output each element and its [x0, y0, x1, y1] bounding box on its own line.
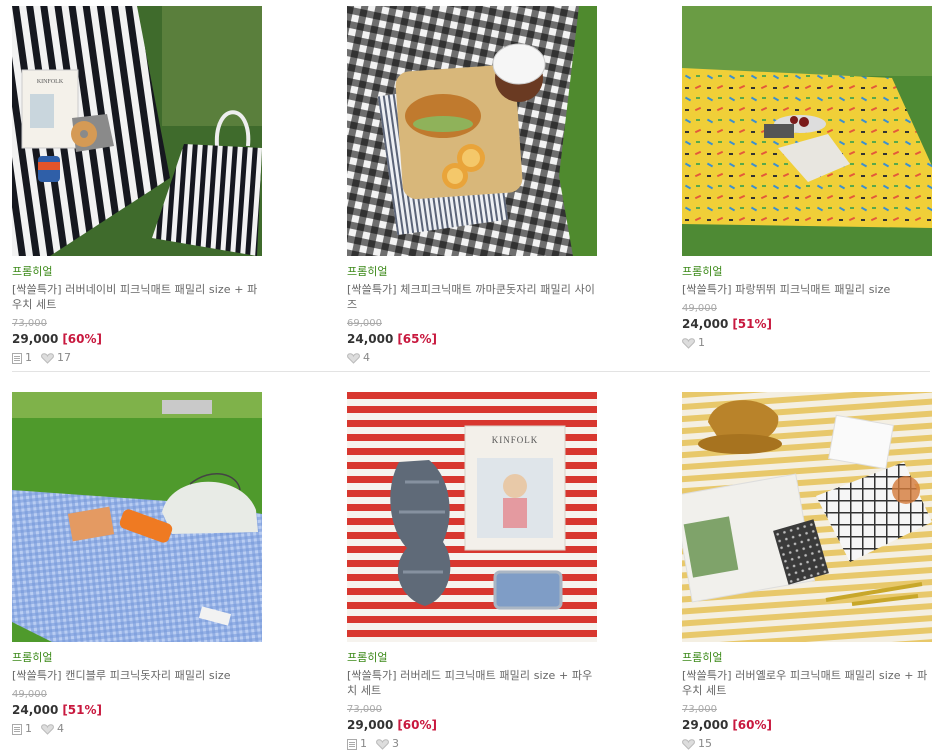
original-price: 69,000	[347, 318, 382, 329]
original-price: 73,000	[347, 704, 382, 715]
brand-name[interactable]: 프롬히얼	[347, 264, 597, 279]
review-icon	[12, 352, 22, 364]
heart-icon	[376, 738, 389, 750]
brand-name[interactable]: 프롬히얼	[12, 650, 262, 665]
product-image[interactable]	[682, 6, 932, 256]
original-price: 73,000	[12, 318, 47, 329]
product-image[interactable]	[347, 6, 597, 256]
review-count-value: 1	[360, 737, 367, 750]
product-card[interactable]: KINFOLK 프롬히얼 [싹쓸특가] 러버레드 피크닉매트 패밀리 size …	[347, 392, 597, 751]
product-title[interactable]: [싹쓸특가] 러버네이비 피크닉매트 패밀리 size + 파우치 세트	[12, 282, 262, 312]
product-title[interactable]: [싹쓸특가] 체크피크닉매트 까마쿤돗자리 패밀리 사이즈	[347, 282, 597, 312]
like-count-value: 15	[698, 737, 712, 750]
like-count[interactable]: 17	[41, 351, 71, 365]
sale-price: 29,000	[347, 718, 394, 732]
product-meta: 1	[682, 336, 932, 350]
review-count-value: 1	[25, 722, 32, 735]
discount-badge: [51%]	[62, 703, 103, 717]
review-icon	[347, 738, 357, 750]
review-count-value: 1	[25, 351, 32, 364]
heart-icon	[682, 738, 695, 750]
magazine-title: KINFOLK	[492, 435, 539, 445]
row-divider	[12, 371, 930, 372]
product-title[interactable]: [싹쓸특가] 러버옐로우 피크닉매트 패밀리 size + 파우치 세트	[682, 668, 932, 698]
product-image[interactable]: KINFOLK	[12, 6, 262, 256]
review-count[interactable]: 1	[12, 722, 32, 736]
product-meta: 15	[682, 737, 932, 751]
sale-price: 24,000	[347, 332, 394, 346]
discount-badge: [51%]	[732, 317, 773, 331]
like-count-value: 17	[57, 351, 71, 364]
product-card[interactable]: 프롬히얼 [싹쓸특가] 캔디블루 피크닉돗자리 패밀리 size 49,000 …	[12, 392, 262, 736]
product-meta: 1 17	[12, 351, 262, 365]
product-meta: 4	[347, 351, 597, 365]
review-count[interactable]: 1	[12, 351, 32, 365]
like-count-value: 4	[57, 722, 64, 735]
product-meta: 1 4	[12, 722, 262, 736]
product-card[interactable]: 프롬히얼 [싹쓸특가] 체크피크닉매트 까마쿤돗자리 패밀리 사이즈 69,00…	[347, 6, 597, 365]
brand-name[interactable]: 프롬히얼	[347, 650, 597, 665]
product-image[interactable]: KINFOLK	[347, 392, 597, 642]
heart-icon	[41, 723, 54, 735]
sale-price: 29,000	[12, 332, 59, 346]
product-image[interactable]	[682, 392, 932, 642]
product-meta: 1 3	[347, 737, 597, 751]
brand-name[interactable]: 프롬히얼	[682, 650, 932, 665]
price-line: 24,000 [51%]	[682, 317, 932, 332]
review-count[interactable]: 1	[347, 737, 367, 751]
price-line: 24,000 [65%]	[347, 332, 597, 347]
price-line: 29,000 [60%]	[12, 332, 262, 347]
original-price: 73,000	[682, 704, 717, 715]
brand-name[interactable]: 프롬히얼	[12, 264, 262, 279]
like-count-value: 4	[363, 351, 370, 364]
product-title[interactable]: [싹쓸특가] 캔디블루 피크닉돗자리 패밀리 size	[12, 668, 262, 683]
review-icon	[12, 723, 22, 735]
product-image[interactable]	[12, 392, 262, 642]
heart-icon	[347, 352, 360, 364]
magazine-title: KINFOLK	[37, 79, 64, 85]
like-count[interactable]: 1	[682, 336, 705, 350]
discount-badge: [60%]	[397, 718, 438, 732]
product-card[interactable]: 프롬히얼 [싹쓸특가] 파랑뛰뛰 피크닉매트 패밀리 size 49,000 2…	[682, 6, 932, 350]
product-title[interactable]: [싹쓸특가] 파랑뛰뛰 피크닉매트 패밀리 size	[682, 282, 932, 297]
like-count-value: 3	[392, 737, 399, 750]
heart-icon	[682, 337, 695, 349]
brand-name[interactable]: 프롬히얼	[682, 264, 932, 279]
product-grid: KINFOLK 프롬히얼 [싹쓸특가] 러버네이비 피크닉매트 패밀리 size…	[0, 0, 941, 750]
discount-badge: [60%]	[732, 718, 773, 732]
product-card[interactable]: 프롬히얼 [싹쓸특가] 러버옐로우 피크닉매트 패밀리 size + 파우치 세…	[682, 392, 932, 751]
heart-icon	[41, 352, 54, 364]
original-price: 49,000	[682, 303, 717, 314]
product-card[interactable]: KINFOLK 프롬히얼 [싹쓸특가] 러버네이비 피크닉매트 패밀리 size…	[12, 6, 262, 365]
like-count[interactable]: 15	[682, 737, 712, 751]
like-count[interactable]: 3	[376, 737, 399, 751]
original-price: 49,000	[12, 689, 47, 700]
price-line: 24,000 [51%]	[12, 703, 262, 718]
sale-price: 24,000	[682, 317, 729, 331]
like-count-value: 1	[698, 336, 705, 349]
like-count[interactable]: 4	[41, 722, 64, 736]
product-title[interactable]: [싹쓸특가] 러버레드 피크닉매트 패밀리 size + 파우치 세트	[347, 668, 597, 698]
like-count[interactable]: 4	[347, 351, 370, 365]
price-line: 29,000 [60%]	[682, 718, 932, 733]
discount-badge: [60%]	[62, 332, 103, 346]
price-line: 29,000 [60%]	[347, 718, 597, 733]
sale-price: 29,000	[682, 718, 729, 732]
discount-badge: [65%]	[397, 332, 438, 346]
sale-price: 24,000	[12, 703, 59, 717]
